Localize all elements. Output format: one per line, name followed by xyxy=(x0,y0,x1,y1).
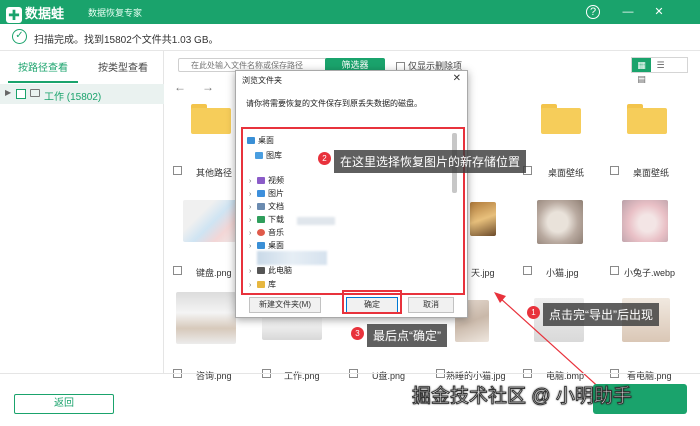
forward-arrow-icon[interactable]: → xyxy=(202,80,214,94)
step1-arrowhead xyxy=(494,292,506,303)
step1-badge: 1 xyxy=(527,306,540,319)
pictures-icon xyxy=(257,190,265,198)
tree-item-label: 桌面 xyxy=(268,241,284,250)
folder-icon[interactable] xyxy=(191,104,231,134)
file-name: 小猫.jpg xyxy=(546,268,579,278)
chevron-right-icon: › xyxy=(249,204,252,211)
file-checkbox[interactable] xyxy=(173,266,182,275)
folder-tree-item[interactable]: › 此电脑 xyxy=(249,265,292,276)
new-folder-button[interactable]: 新建文件夹(M) xyxy=(249,297,321,313)
tree-item-label: 音乐 xyxy=(268,228,284,237)
step2-callout: 在这里选择恢复图片的新存储位置 xyxy=(334,150,527,173)
app-subtitle: 数据恢复专家 xyxy=(88,8,143,18)
folder-tree-item[interactable]: 图库 xyxy=(255,150,282,161)
tree-item-label: 桌面 xyxy=(258,136,274,145)
folder-tree-item[interactable]: › 图片 xyxy=(249,188,284,199)
step2-badge: 2 xyxy=(318,152,331,165)
dialog-close-icon[interactable]: ✕ xyxy=(453,73,461,84)
file-name: 键盘.png xyxy=(196,268,232,278)
tree-item-label: 文档 xyxy=(268,202,284,211)
dialog-title: 浏览文件夹 xyxy=(242,76,282,85)
browse-folder-dialog: 浏览文件夹 ✕ 请你将需要恢复的文件保存到原丢失数据的磁盘。 桌面 图库 › 视频… xyxy=(235,70,468,318)
plus-logo-icon: ✚ xyxy=(6,6,22,23)
chevron-right-icon: › xyxy=(249,243,252,250)
sky-thumbnail[interactable] xyxy=(470,202,496,236)
watermark: 掘金技术社区 @ 小明助手 xyxy=(412,386,633,408)
check-icon: ✓ xyxy=(12,29,27,44)
list-view-icon[interactable]: ☰ xyxy=(651,58,670,72)
folder-tree-item[interactable]: › 文档 xyxy=(249,201,284,212)
documents-icon xyxy=(257,203,265,211)
redacted-area xyxy=(257,251,327,265)
grid-view-icon[interactable]: ▦ xyxy=(632,58,651,72)
desktop-icon xyxy=(247,137,255,145)
chevron-right-icon: › xyxy=(249,178,252,185)
bunny-thumbnail[interactable] xyxy=(622,200,668,242)
file-name: 桌面壁纸 xyxy=(548,168,585,178)
library-icon xyxy=(257,281,265,289)
file-name: 小兔子.webp xyxy=(624,268,676,278)
status-bar: ✓ 扫描完成。找到15802个文件共1.03 GB。 xyxy=(0,24,700,51)
chevron-right-icon: › xyxy=(249,268,252,275)
folder-tree-item[interactable]: 桌面 xyxy=(247,135,274,146)
folder-tree-item[interactable]: › 音乐 xyxy=(249,227,284,238)
consult-thumbnail[interactable] xyxy=(176,292,236,344)
cancel-button[interactable]: 取消 xyxy=(408,297,454,313)
dialog-message: 请你将需要恢复的文件保存到原丢失数据的磁盘。 xyxy=(246,99,422,108)
step3-callout: 最后点“确定” xyxy=(367,324,447,347)
title-bar: ✚ 数据蛙 数据恢复专家 ? — ✕ xyxy=(0,0,700,24)
ok-highlight-box xyxy=(342,290,402,314)
tree-item-label: 下载 xyxy=(268,215,284,224)
folder-icon[interactable] xyxy=(627,104,667,134)
file-checkbox[interactable] xyxy=(610,266,619,275)
back-arrow-icon[interactable]: ← xyxy=(174,80,186,94)
file-name: 天.jpg xyxy=(471,268,495,278)
tab-by-path[interactable]: 按路径查看 xyxy=(8,59,78,83)
music-icon xyxy=(257,229,265,237)
step3-badge: 3 xyxy=(351,327,364,340)
close-icon[interactable]: ✕ xyxy=(651,4,667,20)
tree-checkbox[interactable] xyxy=(16,89,26,99)
expand-arrow-icon[interactable]: ▶ xyxy=(5,88,11,97)
folder-tree-item[interactable]: › 下载 xyxy=(249,214,284,225)
minimize-icon[interactable]: — xyxy=(620,4,636,20)
left-panel: 按路径查看 按类型查看 ▶ 工作 (15802) xyxy=(0,51,164,373)
folder-icon[interactable] xyxy=(541,104,581,134)
tree-item-label: 工作 (15802) xyxy=(44,92,102,103)
file-name: 其他路径 xyxy=(196,168,233,178)
chevron-right-icon: › xyxy=(249,191,252,198)
tree-item-label: 图片 xyxy=(268,189,284,198)
chevron-right-icon: › xyxy=(249,282,252,289)
kitten-thumbnail[interactable] xyxy=(537,200,583,244)
tab-by-type[interactable]: 按类型查看 xyxy=(88,59,158,83)
folder-tree-item[interactable]: › 桌面 xyxy=(249,240,284,251)
this-pc-icon xyxy=(257,267,265,275)
app-name: 数据蛙 xyxy=(25,6,65,21)
folder-tree-item[interactable]: › 视频 xyxy=(249,175,284,186)
chevron-right-icon: › xyxy=(249,230,252,237)
step1-callout: 点击完“导出”后出现 xyxy=(543,303,659,326)
file-name: 桌面壁纸 xyxy=(633,168,670,178)
file-checkbox[interactable] xyxy=(610,166,619,175)
gallery-icon xyxy=(255,152,263,160)
folder-tree-item[interactable]: › 库 xyxy=(249,279,276,290)
redacted-area xyxy=(297,217,335,225)
tree-item-work[interactable]: ▶ 工作 (15802) xyxy=(0,84,164,104)
tree-item-label: 库 xyxy=(268,280,276,289)
desktop-icon xyxy=(257,242,265,250)
file-checkbox[interactable] xyxy=(173,166,182,175)
drive-icon xyxy=(30,89,40,97)
tree-item-label: 图库 xyxy=(266,151,282,160)
help-icon[interactable]: ? xyxy=(586,5,600,19)
back-button[interactable]: 返回 xyxy=(14,394,114,414)
tree-item-label: 此电脑 xyxy=(268,266,292,275)
download-icon xyxy=(257,216,265,224)
app-logo: ✚ 数据蛙 xyxy=(6,3,64,23)
video-icon xyxy=(257,177,265,185)
tree-item-label: 视频 xyxy=(268,176,284,185)
file-checkbox[interactable] xyxy=(523,266,532,275)
view-switcher: ▦ ☰ ▤ xyxy=(631,57,688,84)
scan-status: 扫描完成。找到15802个文件共1.03 GB。 xyxy=(34,35,219,46)
chevron-right-icon: › xyxy=(249,217,252,224)
